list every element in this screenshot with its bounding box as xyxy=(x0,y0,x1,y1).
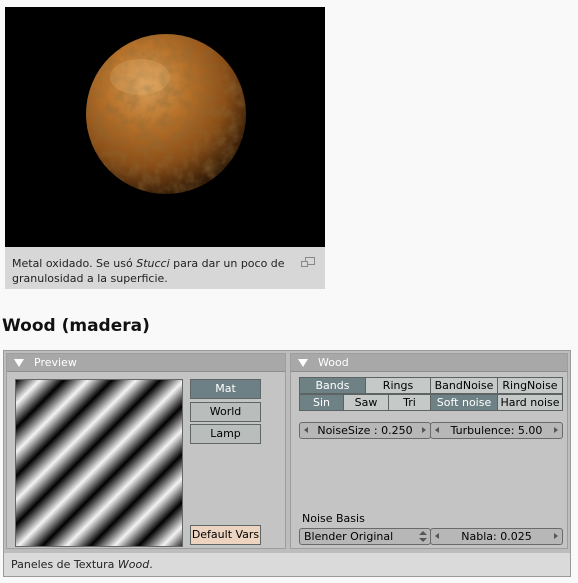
soft-noise-toggle[interactable]: Soft noise xyxy=(430,394,498,411)
nabla-value: Nabla: 0.025 xyxy=(461,530,532,543)
bandnoise-toggle[interactable]: BandNoise xyxy=(430,377,498,394)
noise-basis-label: Noise Basis xyxy=(302,512,365,525)
figure-caption: Metal oxidado. Se usó Stucci para dar un… xyxy=(5,247,325,289)
screenshot-caption-text: Paneles de Textura xyxy=(11,558,118,571)
decrement-arrow-icon[interactable] xyxy=(304,427,308,433)
nabla-field[interactable]: Nabla: 0.025 xyxy=(430,528,563,545)
enlarge-icon[interactable] xyxy=(301,257,315,269)
caption-emphasis: Stucci xyxy=(136,257,170,270)
saw-toggle[interactable]: Saw xyxy=(343,394,389,411)
default-vars-button[interactable]: Default Vars xyxy=(190,525,261,545)
noise-basis-select[interactable]: Blender Original xyxy=(299,528,431,545)
texture-panels-screenshot: Preview Mat World Lamp Default Vars Wood… xyxy=(3,350,571,577)
increment-arrow-icon[interactable] xyxy=(554,533,558,539)
section-heading: Wood (madera) xyxy=(2,316,150,336)
world-button[interactable]: World xyxy=(190,402,261,422)
sphere-graphic xyxy=(5,7,325,247)
updown-arrows-icon xyxy=(419,531,427,542)
turbulence-value: Turbulence: 5.00 xyxy=(450,424,543,437)
wood-stripes-preview xyxy=(16,380,182,546)
mat-button[interactable]: Mat xyxy=(190,379,261,399)
preview-panel: Preview Mat World Lamp Default Vars xyxy=(6,353,286,549)
tri-toggle[interactable]: Tri xyxy=(388,394,431,411)
ringnoise-toggle[interactable]: RingNoise xyxy=(497,377,563,394)
noise-basis-value: Blender Original xyxy=(304,530,394,543)
screenshot-caption-emphasis: Wood xyxy=(117,558,150,571)
caption-text: Metal oxidado. Se usó xyxy=(12,257,137,270)
increment-arrow-icon[interactable] xyxy=(422,427,426,433)
noisesize-value: NoiseSize : 0.250 xyxy=(317,424,413,437)
rings-toggle[interactable]: Rings xyxy=(365,377,431,394)
screenshot-caption: Paneles de Textura Wood. xyxy=(4,553,570,576)
increment-arrow-icon[interactable] xyxy=(554,427,558,433)
screenshot-caption-end: . xyxy=(149,558,153,571)
preview-panel-header[interactable]: Preview xyxy=(7,354,285,372)
wood-panel-header[interactable]: Wood xyxy=(291,354,567,372)
decrement-arrow-icon[interactable] xyxy=(435,533,439,539)
turbulence-field[interactable]: Turbulence: 5.00 xyxy=(430,422,563,439)
texture-preview xyxy=(15,379,183,547)
sin-toggle[interactable]: Sin xyxy=(299,394,344,411)
collapse-triangle-icon[interactable] xyxy=(298,359,308,367)
bands-toggle[interactable]: Bands xyxy=(299,377,366,394)
collapse-triangle-icon[interactable] xyxy=(14,359,24,367)
decrement-arrow-icon[interactable] xyxy=(435,427,439,433)
wood-panel-title: Wood xyxy=(318,356,349,369)
preview-panel-title: Preview xyxy=(34,356,77,369)
wood-panel: Wood Bands Rings BandNoise RingNoise Sin… xyxy=(290,353,568,549)
lamp-button[interactable]: Lamp xyxy=(190,424,261,444)
rusted-metal-render xyxy=(5,7,325,247)
noisesize-field[interactable]: NoiseSize : 0.250 xyxy=(299,422,431,439)
hard-noise-toggle[interactable]: Hard noise xyxy=(497,394,563,411)
